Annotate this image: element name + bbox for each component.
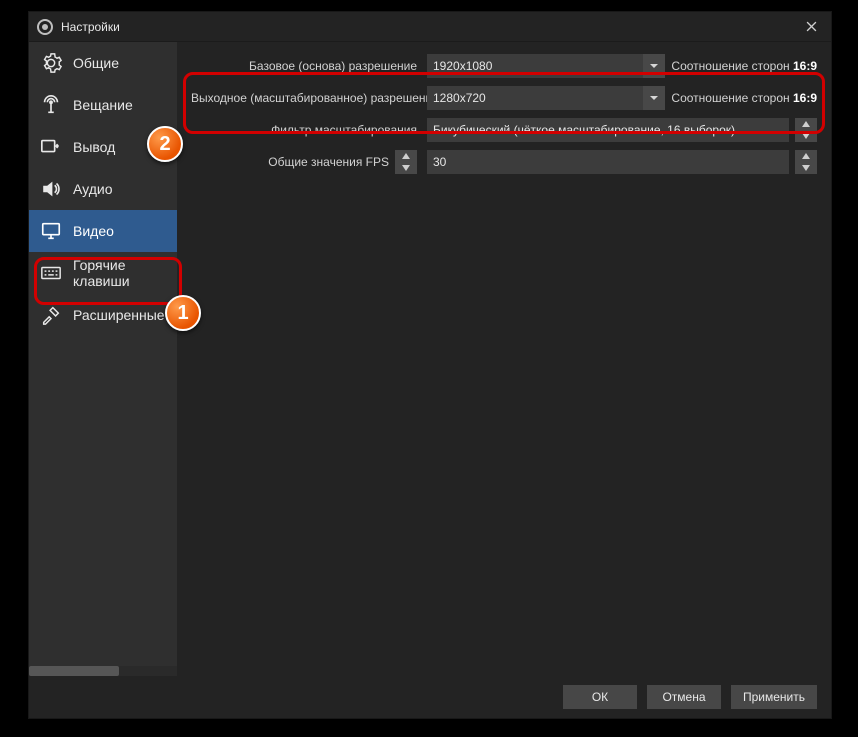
apply-button[interactable]: Применить [731,685,817,709]
sidebar-item-output[interactable]: Вывод [29,126,177,168]
spinner-down-icon [395,162,417,174]
fps-spinner[interactable] [795,150,817,174]
sidebar-item-advanced[interactable]: Расширенные [29,294,177,336]
fps-label: Общие значения FPS [268,155,389,169]
spinner-down-icon [795,130,817,142]
sidebar-item-label: Аудио [73,181,113,197]
downscale-filter-select[interactable]: Бикубический (чёткое масштабирование, 16… [427,118,789,142]
sidebar-item-hotkeys[interactable]: Горячие клавиши [29,252,177,294]
sidebar-item-label: Вывод [73,139,115,155]
filter-spinner[interactable] [795,118,817,142]
sidebar-item-label: Вещание [73,97,133,113]
spinner-up-icon [795,118,817,130]
antenna-icon [39,93,63,117]
sidebar-item-label: Общие [73,55,119,71]
fps-type-spinner[interactable] [395,150,417,174]
keyboard-icon [39,261,63,285]
output-resolution-combo[interactable]: 1280x720 [427,86,665,110]
sidebar-item-label: Видео [73,223,114,239]
chevron-down-icon [643,86,665,110]
window-title: Настройки [61,20,791,34]
ok-button[interactable]: ОК [563,685,637,709]
fps-select[interactable]: 30 [427,150,789,174]
sidebar-item-label: Расширенные [73,307,165,323]
fps-value: 30 [433,155,446,169]
app-icon [37,19,53,35]
base-aspect: Соотношение сторон 16:9 [671,59,817,73]
output-resolution-value: 1280x720 [433,91,486,105]
base-resolution-value: 1920x1080 [433,59,492,73]
downscale-filter-value: Бикубический (чёткое масштабирование, 16… [433,123,735,137]
tools-icon [39,303,63,327]
spinner-up-icon [395,150,417,162]
sidebar: Общие Вещание Вывод [29,42,177,676]
output-icon [39,135,63,159]
settings-window: Настройки Общие Вещание [28,11,832,719]
titlebar: Настройки [29,12,831,42]
sidebar-item-audio[interactable]: Аудио [29,168,177,210]
close-button[interactable] [791,12,831,42]
sidebar-item-general[interactable]: Общие [29,42,177,84]
window-body: Общие Вещание Вывод [29,42,831,676]
main-panel: Базовое (основа) разрешение 1920x1080 Со… [177,42,831,676]
spinner-up-icon [795,150,817,162]
base-resolution-label: Базовое (основа) разрешение [191,59,419,73]
chevron-down-icon [643,54,665,78]
monitor-icon [39,219,63,243]
footer: ОК Отмена Применить [29,676,831,718]
sidebar-item-stream[interactable]: Вещание [29,84,177,126]
base-resolution-combo[interactable]: 1920x1080 [427,54,665,78]
sidebar-item-video[interactable]: Видео [29,210,177,252]
gear-icon [39,51,63,75]
output-aspect: Соотношение сторон 16:9 [671,91,817,105]
spinner-down-icon [795,162,817,174]
sidebar-item-label: Горячие клавиши [73,257,167,289]
output-resolution-label: Выходное (масштабированное) разрешение [191,91,419,105]
downscale-filter-label: Фильтр масштабирования [191,123,419,137]
sidebar-scrollbar[interactable] [29,666,177,676]
speaker-icon [39,177,63,201]
cancel-button[interactable]: Отмена [647,685,721,709]
